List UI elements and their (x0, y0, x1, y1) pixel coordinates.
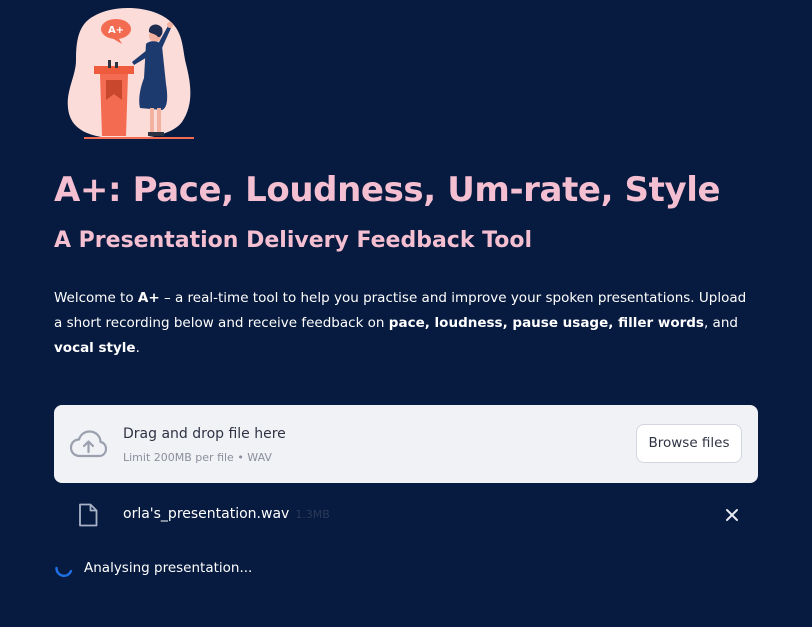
intro-paragraph: Welcome to A+ – a real-time tool to help… (54, 286, 756, 361)
intro-bold-brand: A+ (137, 290, 160, 306)
dropzone-instructions: Drag and drop file here (123, 426, 286, 442)
intro-bold-features: pace, loudness, pause usage, filler word… (388, 315, 704, 331)
intro-text-4: . (135, 340, 140, 356)
uploaded-file-row: orla's_presentation.wav 1.3MB (54, 498, 758, 532)
page-subtitle: A Presentation Delivery Feedback Tool (54, 228, 532, 253)
spinner-icon (55, 566, 73, 578)
presenter-illustration: A+ (67, 7, 194, 139)
close-icon[interactable] (724, 507, 740, 523)
intro-text-3: , and (703, 315, 738, 331)
page-title: A+: Pace, Loudness, Um-rate, Style (54, 170, 721, 210)
browse-files-button[interactable]: Browse files (636, 424, 742, 463)
intro-text-1: Welcome to (54, 290, 138, 306)
speech-bubble-text: A+ (108, 25, 124, 36)
intro-bold-vocal-style: vocal style (54, 340, 136, 356)
file-icon (79, 503, 98, 527)
upload-limit-text: Limit 200MB per file • WAV (123, 451, 272, 464)
hero-illustration: A+ (54, 4, 204, 144)
file-name-text: orla's_presentation.wav (123, 506, 290, 522)
cloud-upload-icon (70, 430, 107, 458)
file-size: 1.3MB (295, 508, 330, 521)
uploaded-file-name: orla's_presentation.wav 1.3MB (123, 504, 330, 525)
file-uploader-dropzone[interactable]: Drag and drop file here Limit 200MB per … (54, 405, 758, 483)
status-text: Analysing presentation... (84, 560, 253, 576)
